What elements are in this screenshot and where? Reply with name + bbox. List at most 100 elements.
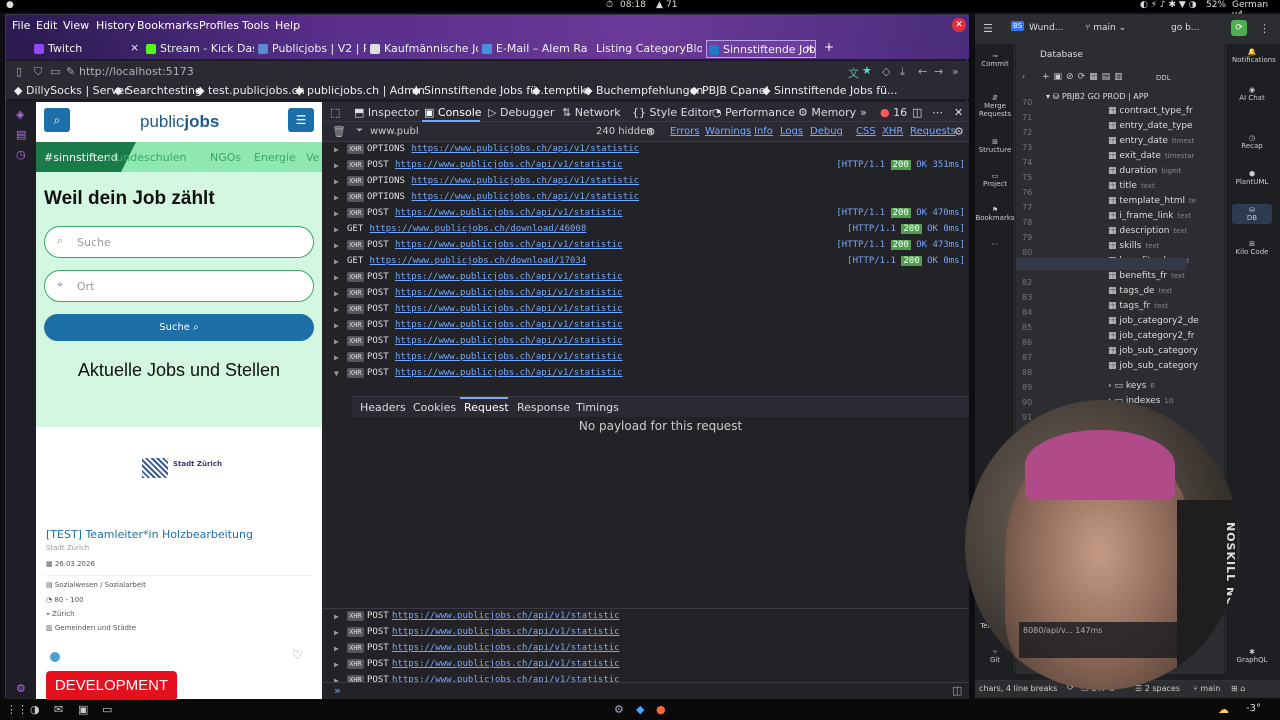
request-url[interactable]: https://www.publicjobs.ch/api/v1/statist… [412,192,640,202]
request-url[interactable]: https://www.publicjobs.ch/api/v1/statist… [392,659,620,669]
history-icon[interactable]: ◷ [16,148,26,161]
tab-network[interactable]: ⇅ Network [562,106,621,119]
download-icon[interactable]: ⤓ [900,65,905,79]
expand-arrow-icon[interactable]: ▶ [334,209,339,218]
tab-console[interactable]: ▣ Console [424,106,482,119]
console-log-row[interactable]: ▶ XHR POST https://www.publicjobs.ch/api/v1… [322,609,969,625]
menu-tools[interactable]: Tools [242,19,269,32]
console-log-row[interactable]: ▶ XHR POST https://www.publicjobs.ch/api/v1… [322,318,969,334]
close-tab-icon[interactable]: × [805,42,814,55]
trash-icon[interactable]: 🗑 [332,125,346,138]
pick-element-icon[interactable]: ⬚ [330,106,340,119]
menu-file[interactable]: File [12,19,30,32]
bookmarks-tool[interactable]: ⚑ Bookmarks [975,206,1015,222]
screenshot-icon[interactable]: ▣ [78,703,88,716]
close-tab-icon[interactable]: × [130,41,139,54]
category-hundeschulen[interactable]: Hundeschulen [108,151,186,164]
expand-arrow-icon[interactable]: ▶ [334,241,339,250]
expand-arrow-icon[interactable]: ▶ [334,337,339,346]
tab-memory[interactable]: ⚙ Memory [798,106,856,119]
recap-tool[interactable]: ◷ Recap [1232,134,1272,150]
request-url[interactable]: https://www.publicjobs.ch/download/17034 [370,256,587,266]
settings-icon[interactable]: ⚙ [16,682,26,695]
expand-arrow-icon[interactable]: ▶ [334,353,339,362]
db-column-node[interactable]: ▦ tags_de text [1108,286,1172,296]
plantuml-tool[interactable]: ⬢ PlantUML [1232,170,1272,186]
request-url[interactable]: https://www.publicjobs.ch/api/v1/statist… [412,176,640,186]
notification-icon[interactable]: ▲ [656,0,663,10]
console-settings-icon[interactable]: ⚙ [954,125,964,138]
request-url[interactable]: https://www.publicjobs.ch/api/v1/statist… [395,240,623,250]
db-column-node[interactable]: ▦ job_category2_fr [1108,331,1198,341]
console-log-row[interactable]: ▶ XHR POST https://www.publicjobs.ch/api/v1… [322,350,969,366]
close-devtools-icon[interactable]: ✕ [954,106,963,119]
run-icon[interactable]: ⟳ [1231,20,1247,36]
console-log-row[interactable]: ▶ XHR POST https://www.publicjobs.ch/api/v1… [322,270,969,286]
main-menu-icon[interactable]: ☰ [983,22,993,35]
bookmark-item[interactable]: ◆ Sinnstiftende Jobs fü... [412,84,548,97]
location-input[interactable]: ⌖ Ort [44,270,314,302]
options-menu-icon[interactable]: ⋯ [932,106,943,119]
db-column-node[interactable]: ▦ job_sub_category [1108,346,1202,356]
expand-arrow-icon[interactable]: ▶ [334,612,339,621]
request-url[interactable]: https://www.publicjobs.ch/api/v1/statist… [395,320,623,330]
request-url[interactable]: https://www.publicjobs.ch/api/v1/statist… [395,272,623,282]
tab-debugger[interactable]: ▷ Debugger [488,106,554,119]
request-url[interactable]: https://www.publicjobs.ch/api/v1/statist… [395,304,623,314]
sidebar-toggle-icon[interactable]: ▯ [16,65,22,78]
expand-arrow-icon[interactable]: ▼ [334,369,339,378]
console-log-row[interactable]: ▶ GET https://www.publicjobs.ch/download/1… [322,254,969,270]
keys-node[interactable]: › ▭ keys 6 [1108,381,1155,391]
db-column-node[interactable]: ▦ duration bigint [1108,166,1181,176]
translate-icon[interactable]: 文 [848,65,859,81]
bookmark-item[interactable]: ◆ PBJB Cpanel [690,84,769,97]
detail-tab-response[interactable]: Response [517,401,570,414]
ai-chat-tool[interactable]: ◉ AI Chat [1232,86,1272,102]
tab-email[interactable]: E-Mail – Alem Ra [480,40,590,58]
edit-icon[interactable]: ✎ [66,65,75,78]
console-log-row[interactable]: ▶ XHR POST https://www.publicjobs.ch/api/v1… [322,657,969,673]
mail-icon[interactable]: ✉ [54,703,63,716]
db-column-node[interactable]: ▦ entry_date_type [1108,121,1197,131]
filter-requests[interactable]: Requests [910,126,956,137]
notifications-tool[interactable]: 🔔 Notifications [1232,48,1276,64]
db-column-node[interactable]: ▦ job_category2_de [1108,316,1203,326]
tab-kaufmaennische[interactable]: Kaufmännische Jo [368,40,478,58]
forward-icon[interactable]: → [934,65,943,78]
collapse-icon[interactable]: › [1022,72,1025,81]
console-log-row[interactable]: ▶ XHR POST https://www.publicjobs.ch/api/v1… [322,158,969,174]
console-log-row[interactable]: ▶ XHR POST https://www.publicjobs.ch/api/v1… [322,625,969,641]
tab-kick[interactable]: Stream - Kick Das [144,40,254,58]
filter-input[interactable]: www.publ [370,126,419,137]
sidebar-icon[interactable]: ▤ [16,128,26,141]
menu-profiles[interactable]: Profiles [199,19,239,32]
favorite-heart-icon[interactable]: ♡ [292,648,303,662]
filter-logs[interactable]: Logs [780,126,803,137]
git-branch-status[interactable]: ⑂ main [1193,684,1220,693]
console-log-row[interactable]: ▶ XHR POST https://www.publicjobs.ch/api/v1… [322,286,969,302]
sidebar-icon[interactable]: ◈ [16,108,24,121]
console-log-row[interactable]: ▶ XHR OPTIONS https://www.publicjobs.ch/api… [322,174,969,190]
bookmark-item[interactable]: ◆ Buchempfehlungen [584,84,703,97]
filter-css[interactable]: CSS [856,126,876,137]
db-column-node[interactable]: ▦ entry_date timest [1108,136,1194,146]
bookmark-item[interactable]: ◆ temptik [532,84,587,97]
expand-arrow-icon[interactable]: ▶ [334,145,339,154]
request-url[interactable]: https://www.publicjobs.ch/api/v1/statist… [395,160,623,170]
expand-arrow-icon[interactable]: ▶ [334,225,339,234]
detail-tab-timings[interactable]: Timings [576,401,619,414]
tab-performance[interactable]: ◔ Performance [712,106,795,119]
db-column-node[interactable]: ▦ description text [1108,226,1187,236]
files-icon[interactable]: ▭ [102,703,112,716]
expand-arrow-icon[interactable]: ▶ [334,273,339,282]
expand-arrow-icon[interactable]: ▶ [334,289,339,298]
detail-tab-request[interactable]: Request [464,401,509,414]
new-tab-icon[interactable]: + [824,40,834,54]
firefox-app-icon[interactable]: ● [656,703,666,716]
console-log-row[interactable]: ▶ XHR POST https://www.publicjobs.ch/api/v1… [322,238,969,254]
tab-publicjobs-v2[interactable]: Publicjobs | V2 | P [256,40,366,58]
console-log-row[interactable]: ▶ XHR POST https://www.publicjobs.ch/api/v1… [322,641,969,657]
search-input[interactable]: ⌕ Suche [44,226,314,258]
structure-tool[interactable]: ⊞ Structure [975,138,1015,154]
filter-warnings[interactable]: Warnings [705,126,751,137]
